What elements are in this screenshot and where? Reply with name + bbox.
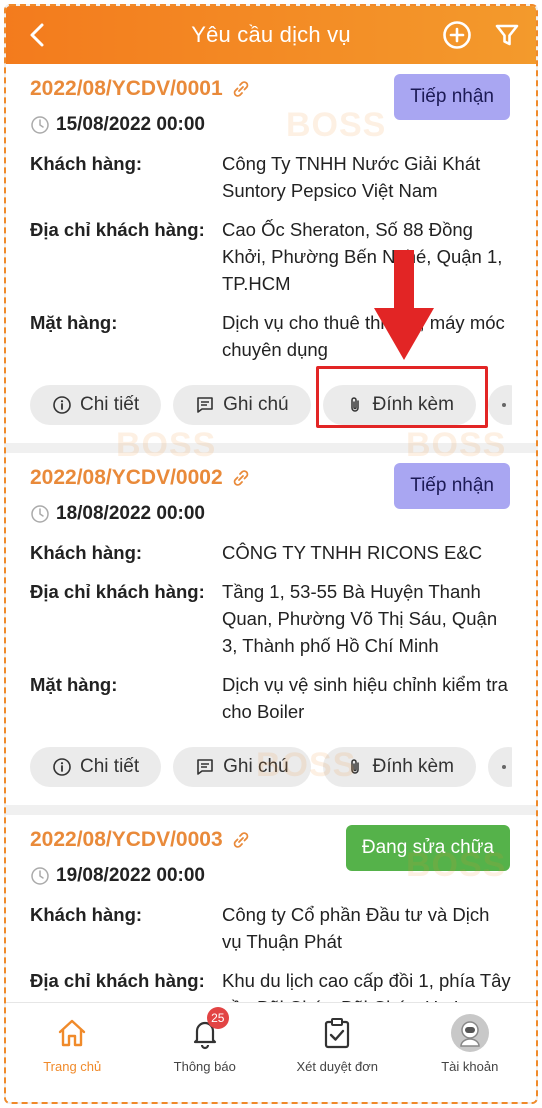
address-value: Cao Ốc Sheraton, Số 88 Đồng Khởi, Phường…	[222, 219, 503, 294]
attach-label: Đính kèm	[372, 394, 454, 415]
customer-label: Khách hàng:	[30, 904, 143, 925]
request-date: 18/08/2022 00:00	[56, 503, 205, 524]
page-title: Yêu cầu dịch vụ	[191, 22, 351, 47]
info-icon	[53, 758, 71, 776]
address-row: Địa chỉ khách hàng: Tầng 1, 53-55 Bà Huy…	[30, 578, 512, 659]
address-label: Địa chỉ khách hàng:	[30, 219, 205, 240]
request-code[interactable]: 2022/08/YCDV/0002	[30, 466, 223, 490]
status-badge: Tiếp nhận	[394, 74, 510, 120]
notification-count-badge: 25	[206, 1007, 229, 1029]
detail-button[interactable]: Chi tiết	[30, 385, 162, 425]
paperclip-icon	[350, 397, 359, 412]
address-label: Địa chỉ khách hàng:	[30, 970, 205, 991]
clock-icon	[30, 866, 50, 886]
plus-circle-icon	[443, 21, 471, 49]
item-label: Mặt hàng:	[30, 674, 118, 695]
address-value: Tầng 1, 53-55 Bà Huyện Thanh Quan, Phườn…	[222, 581, 498, 656]
home-icon	[52, 1013, 92, 1053]
link-icon[interactable]	[229, 77, 253, 101]
address-row: Địa chỉ khách hàng: Cao Ốc Sheraton, Số …	[30, 216, 512, 297]
tab-home[interactable]: Trang chủ	[12, 1013, 132, 1074]
note-label: Ghi chú	[223, 394, 289, 415]
filter-icon	[495, 24, 519, 46]
customer-label: Khách hàng:	[30, 542, 143, 563]
tab-approval[interactable]: Xét duyệt đơn	[277, 1013, 397, 1074]
tab-account[interactable]: Tài khoản	[410, 1013, 530, 1074]
tab-notifications-label: Thông báo	[173, 1059, 236, 1074]
customer-label: Khách hàng:	[30, 153, 143, 174]
customer-row: Khách hàng: Công Ty TNHH Nước Giải Khát …	[30, 150, 512, 204]
tab-account-label: Tài khoản	[441, 1059, 499, 1074]
detail-button[interactable]: Chi tiết	[30, 747, 162, 787]
app-header: Yêu cầu dịch vụ	[6, 6, 536, 64]
filter-button[interactable]	[490, 18, 524, 52]
paperclip-icon	[350, 759, 359, 774]
detail-label: Chi tiết	[80, 394, 140, 415]
bottom-tab-bar: Trang chủ 25 Thông báo Xét duyệt đơn Tài…	[6, 1002, 536, 1102]
customer-value: Công ty Cổ phần Đầu tư và Dịch vụ Thuận …	[222, 904, 490, 952]
app-frame: Yêu cầu dịch vụ 2022/08/YCDV/0001 Tiếp n…	[4, 4, 538, 1104]
item-value: Dịch vụ cho thuê thiết bị, máy móc chuyê…	[222, 312, 505, 360]
checklist-icon	[317, 1013, 357, 1053]
link-icon[interactable]	[229, 828, 253, 852]
address-value: Khu du lịch cao cấp đồi 1, phía Tây cầu …	[222, 970, 511, 1006]
item-value: Dịch vụ vệ sinh hiệu chỉnh kiểm tra cho …	[222, 674, 508, 722]
clock-icon	[30, 115, 50, 135]
request-code[interactable]: 2022/08/YCDV/0001	[30, 77, 223, 101]
item-row: Mặt hàng: Dịch vụ cho thuê thiết bị, máy…	[30, 309, 512, 363]
customer-row: Khách hàng: CÔNG TY TNHH RICONS E&C	[30, 539, 512, 566]
note-icon	[197, 759, 213, 775]
status-badge: Đang sửa chữa	[345, 825, 510, 871]
note-label: Ghi chú	[223, 756, 289, 777]
note-icon	[197, 397, 213, 413]
request-date: 15/08/2022 00:00	[56, 114, 205, 135]
request-card[interactable]: 2022/08/YCDV/0003 Đang sửa chữa 19/08/20…	[6, 815, 536, 1006]
status-badge: Tiếp nhận	[394, 463, 510, 509]
note-button[interactable]: Ghi chú	[173, 747, 311, 787]
card-actions: Chi tiết Ghi chú Đính kèm	[30, 363, 512, 443]
address-row: Địa chỉ khách hàng: Khu du lịch cao cấp …	[30, 967, 512, 1006]
tab-home-label: Trang chủ	[43, 1059, 102, 1074]
detail-label: Chi tiết	[80, 756, 140, 777]
link-icon[interactable]	[229, 466, 253, 490]
request-list: 2022/08/YCDV/0001 Tiếp nhận 15/08/2022 0…	[6, 64, 536, 1006]
card-actions: Chi tiết Ghi chú Đính kèm	[30, 725, 512, 805]
chevron-left-icon	[30, 23, 44, 47]
attach-label: Đính kèm	[372, 756, 454, 777]
customer-row: Khách hàng: Công ty Cổ phần Đầu tư và Dị…	[30, 901, 512, 955]
attach-button[interactable]: Đính kèm	[322, 385, 476, 425]
astronaut-avatar-icon	[459, 1021, 480, 1047]
tab-notifications[interactable]: 25 Thông báo	[145, 1007, 265, 1074]
request-card[interactable]: 2022/08/YCDV/0001 Tiếp nhận 15/08/2022 0…	[6, 64, 536, 443]
request-card[interactable]: 2022/08/YCDV/0002 Tiếp nhận 18/08/2022 0…	[6, 453, 536, 805]
customer-value: CÔNG TY TNHH RICONS E&C	[222, 542, 483, 563]
attach-button[interactable]: Đính kèm	[322, 747, 476, 787]
more-icon	[501, 765, 506, 769]
avatar	[450, 1014, 489, 1052]
tab-approval-label: Xét duyệt đơn	[296, 1059, 379, 1074]
note-button[interactable]: Ghi chú	[173, 385, 311, 425]
more-actions-button[interactable]	[487, 747, 512, 787]
item-label: Mặt hàng:	[30, 312, 118, 333]
more-actions-button[interactable]	[487, 385, 512, 425]
back-button[interactable]	[20, 18, 54, 52]
request-code[interactable]: 2022/08/YCDV/0003	[30, 828, 223, 852]
address-label: Địa chỉ khách hàng:	[30, 581, 205, 602]
add-button[interactable]	[440, 18, 474, 52]
customer-value: Công Ty TNHH Nước Giải Khát Suntory Peps…	[222, 153, 481, 201]
request-date: 19/08/2022 00:00	[56, 865, 205, 886]
info-icon	[53, 396, 71, 414]
clock-icon	[30, 504, 50, 524]
item-row: Mặt hàng: Dịch vụ vệ sinh hiệu chỉnh kiể…	[30, 671, 512, 725]
avatar-container	[450, 1013, 490, 1053]
more-icon	[501, 403, 506, 407]
